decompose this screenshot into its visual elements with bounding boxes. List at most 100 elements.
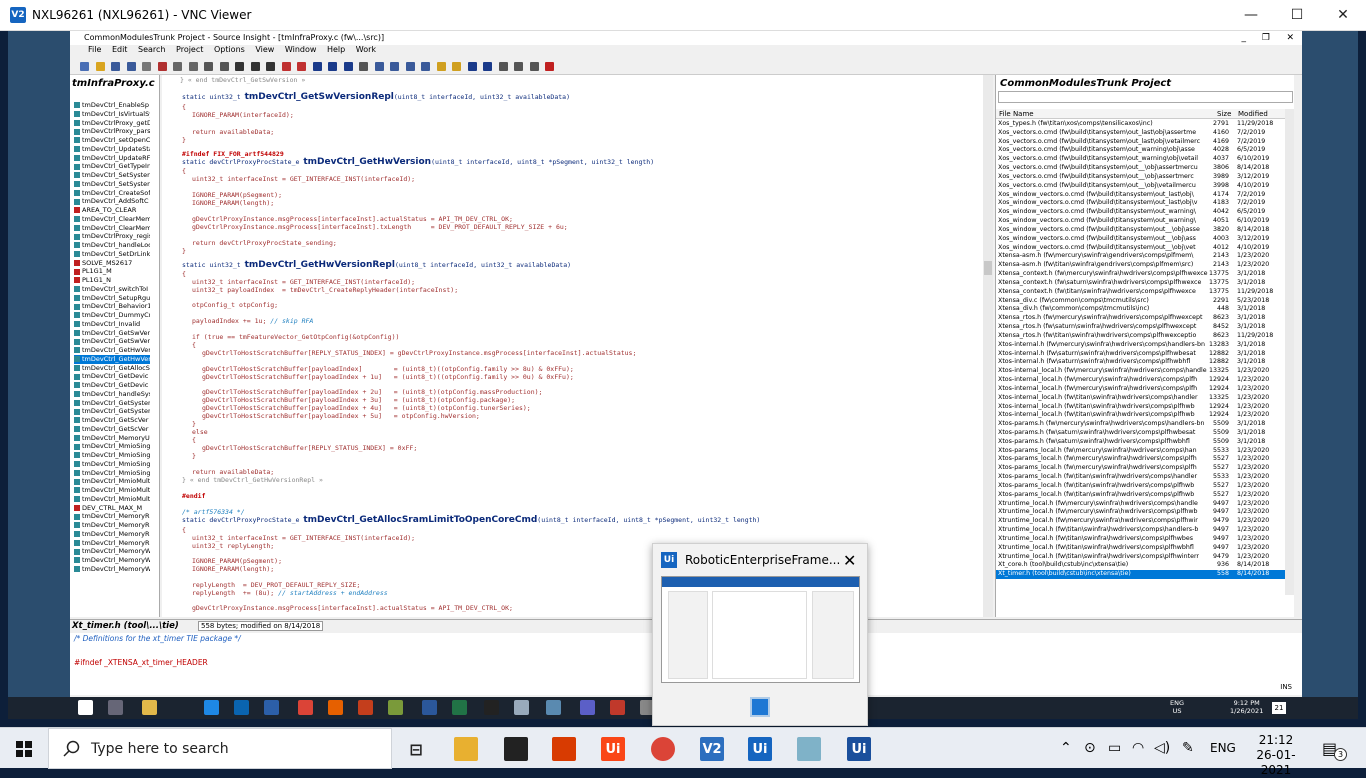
office-icon[interactable] [552, 737, 576, 761]
project-file-list[interactable]: Xos_types.h (fw\titan\xos\comps\tensilic… [996, 120, 1285, 590]
menu-options[interactable]: Options [214, 45, 245, 54]
project-file-row[interactable]: Xtos-internal_local.h (fw\titan\swinfra\… [996, 403, 1285, 412]
remote-clock-time[interactable]: 9:12 PM [1234, 699, 1260, 707]
menu-file[interactable]: File [88, 45, 101, 54]
uipath-studio-icon[interactable]: Ui [601, 737, 625, 761]
save-all-icon[interactable] [126, 62, 136, 71]
volume-icon[interactable]: ◁) [1154, 740, 1170, 756]
project-file-row[interactable]: Xos_types.h (fw\titan\xos\comps\tensilic… [996, 120, 1285, 129]
jump-icon[interactable] [343, 62, 353, 71]
symbol-item[interactable]: tmDevCtrl_GetSysten [74, 407, 150, 416]
thumbnail-close-button[interactable]: ✕ [843, 551, 867, 570]
project-file-row[interactable]: Xos_vectors.o.cmd (fw\build\titansystem\… [996, 173, 1285, 182]
project-file-row[interactable]: Xtruntime_local.h (fw\titan\swinfra\hwdr… [996, 535, 1285, 544]
project-file-row[interactable]: Xtos-internal.h (fw\mercury\swinfra\hwdr… [996, 341, 1285, 350]
project-file-row[interactable]: Xtensa_rtos.h (fw\saturn\swinfra\hwdrive… [996, 323, 1285, 332]
vnc-viewer-icon[interactable]: V2 [700, 737, 724, 761]
taskbar-thumbnail-preview[interactable]: Ui RoboticEnterpriseFrame... ✕ [652, 543, 868, 726]
project-file-row[interactable]: Xos_vectors.o.cmd (fw\build\titansystem\… [996, 182, 1285, 191]
symbol-item[interactable]: tmDevCtrl_Behavior1 [74, 302, 150, 311]
symbol-item[interactable]: tmDevCtrl_MemoryR [74, 530, 150, 539]
paste-icon[interactable] [188, 62, 198, 71]
symbol-item[interactable]: tmDevCtrl_MmioMult [74, 495, 150, 504]
project-file-row[interactable]: Xtos-internal_local.h (fw\mercury\swinfr… [996, 376, 1285, 385]
symbol-item[interactable]: tmDevCtrl_GetDevic [74, 372, 150, 381]
clock-time[interactable]: 21:12 [1259, 733, 1294, 747]
symbol-item[interactable]: tmDevCtrl_UpdateSta [74, 145, 150, 154]
help-icon[interactable] [452, 62, 461, 71]
column-modified[interactable]: Modified [1238, 110, 1268, 118]
symbol-item[interactable]: tmDevCtrl_SetDrLink [74, 250, 150, 259]
project-file-row[interactable]: Xtos-params.h (fw\saturn\swinfra\hwdrive… [996, 438, 1285, 447]
back-icon[interactable] [312, 62, 322, 71]
task-view-icon[interactable]: ⊟ [404, 737, 428, 761]
remote-network-icon[interactable] [514, 700, 529, 715]
symbol-item[interactable]: tmDevCtrlProxy_regis [74, 232, 150, 241]
network-icon[interactable]: ◠ [1132, 740, 1144, 756]
thumbnail-stop-button[interactable] [750, 697, 770, 717]
project-file-row[interactable]: Xtruntime_local.h (fw\mercury\swinfra\hw… [996, 517, 1285, 526]
pen-icon[interactable]: ✎ [1182, 740, 1194, 756]
meet-now-icon[interactable]: ⊙ [1084, 740, 1096, 756]
uipath-robot-icon[interactable]: Ui [748, 737, 772, 761]
project-file-row[interactable]: Xtos-internal.h (fw\saturn\swinfra\hwdri… [996, 350, 1285, 359]
project-file-row[interactable]: Xtensa_rtos.h (fw\titan\swinfra\hwdriver… [996, 332, 1285, 341]
window-layout-icon[interactable] [421, 62, 430, 71]
code-editor[interactable]: } « end tmDevCtrl_GetSwVersion » static … [162, 75, 983, 617]
project-file-row[interactable]: Xtos-internal_local.h (fw\mercury\swinfr… [996, 367, 1285, 376]
project-file-row[interactable]: Xos_window_vectors.o.cmd (fw\build\titan… [996, 191, 1285, 200]
context-icon[interactable] [498, 62, 508, 71]
symbol-item[interactable]: tmDevCtrl_EnableSp [74, 101, 150, 110]
project-file-row[interactable]: Xtruntime_local.h (fw\titan\swinfra\hwdr… [996, 553, 1285, 562]
window-tile-icon[interactable] [374, 62, 384, 71]
symbol-item[interactable]: tmDevCtrl_AddSoftC [74, 197, 150, 206]
remote-explorer-icon[interactable] [142, 700, 157, 715]
project-file-row[interactable]: Xtos-params_local.h (fw\mercury\swinfra\… [996, 455, 1285, 464]
symbol-item[interactable]: DEV_CTRL_MAX_M [74, 504, 150, 513]
sync-icon[interactable] [467, 62, 477, 71]
symbol-item[interactable]: tmDevCtrl_GetHwVer [74, 346, 150, 355]
symbol-item[interactable]: tmDevCtrl_MemoryR [74, 512, 150, 521]
menu-view[interactable]: View [255, 45, 274, 54]
alert-icon[interactable] [545, 62, 554, 71]
show-hidden-icons-icon[interactable]: ⌃ [1060, 740, 1072, 756]
symbol-item[interactable]: tmDevCtrl_MmioMult [74, 477, 150, 486]
symbol-item[interactable]: tmDevCtrl_handleLoc [74, 241, 150, 250]
symbol-item[interactable]: tmDevCtrl_ClearMem [74, 215, 150, 224]
project-file-row[interactable]: Xos_window_vectors.o.cmd (fw\build\titan… [996, 208, 1285, 217]
symbol-item[interactable]: PL1G1_M [74, 267, 150, 276]
project-file-row[interactable]: Xt_timer.h (tool\build\cstub\inc\xtensa\… [996, 570, 1285, 580]
references-icon[interactable] [359, 62, 368, 71]
project-file-row[interactable]: Xos_window_vectors.o.cmd (fw\build\titan… [996, 244, 1285, 253]
new-file-icon[interactable] [80, 62, 89, 71]
remote-terminal-icon[interactable] [484, 700, 499, 715]
project-file-row[interactable]: Xtos-internal.h (fw\saturn\swinfra\hwdri… [996, 358, 1285, 367]
project-file-row[interactable]: Xtos-params_local.h (fw\titan\swinfra\hw… [996, 491, 1285, 500]
overview-icon[interactable] [514, 62, 523, 71]
project-file-row[interactable]: Xos_vectors.o.cmd (fw\build\titansystem\… [996, 155, 1285, 164]
project-file-row[interactable]: Xtruntime_local.h (fw\mercury\swinfra\hw… [996, 500, 1285, 509]
project-file-row[interactable]: Xtos-internal_local.h (fw\titan\swinfra\… [996, 411, 1285, 420]
window-cascade-icon[interactable] [405, 62, 415, 71]
undo-icon[interactable] [204, 62, 213, 71]
symbol-item[interactable]: tmDevCtrl_GetSysten [74, 399, 150, 408]
symbol-item[interactable]: tmDevCtrl_SetSysten [74, 180, 150, 189]
symbol-item[interactable]: tmDevCtrl_MemoryW [74, 565, 150, 574]
menu-work[interactable]: Work [356, 45, 376, 54]
si-restore-button[interactable]: ❐ [1262, 31, 1270, 45]
find-icon[interactable] [235, 62, 244, 71]
project-filter-input[interactable] [998, 91, 1293, 103]
project-file-row[interactable]: Xtruntime_local.h (fw\titan\swinfra\hwdr… [996, 544, 1285, 553]
project-file-row[interactable]: Xos_vectors.o.cmd (fw\build\titansystem\… [996, 164, 1285, 173]
symbol-item[interactable]: tmDevCtrl_handleSys [74, 390, 150, 399]
remote-start-icon[interactable] [78, 700, 93, 715]
symbol-item[interactable]: tmDevCtrl_GetAllocS [74, 364, 150, 373]
project-file-row[interactable]: Xtensa-asm.h (fw\titan\swinfra\gendriver… [996, 261, 1285, 270]
project-file-row[interactable]: Xos_vectors.o.cmd (fw\build\titansystem\… [996, 146, 1285, 155]
project-file-row[interactable]: Xtos-params_local.h (fw\titan\swinfra\hw… [996, 482, 1285, 491]
forward-icon[interactable] [328, 62, 337, 71]
project-file-row[interactable]: Xtensa_context.h (fw\saturn\swinfra\hwdr… [996, 279, 1285, 288]
remote-teams-icon[interactable] [580, 700, 595, 715]
si-close-button[interactable]: ✕ [1286, 31, 1294, 45]
symbol-list[interactable]: tmDevCtrl_EnableSp tmDevCtrl_IsVirtualSy t… [74, 101, 150, 606]
